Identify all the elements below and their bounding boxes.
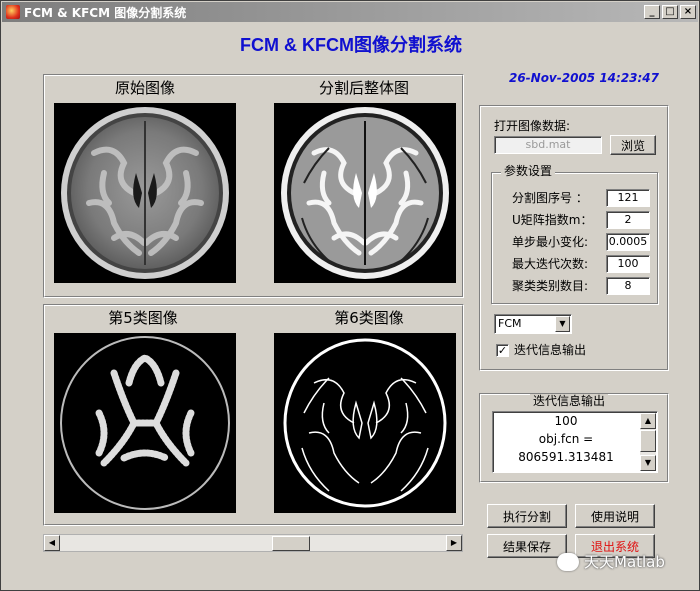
m-exponent-field[interactable]: 2 <box>606 211 650 229</box>
watermark-text: 天天Matlab <box>584 553 665 571</box>
image-horizontal-scrollbar[interactable]: ◀ ▶ <box>43 534 463 552</box>
param-label-max-iter: 最大迭代次数: <box>512 257 589 271</box>
wechat-icon <box>557 552 579 571</box>
main-window: FCM & KFCM 图像分割系统 _ □ × FCM & KFCM图像分割系统… <box>0 0 700 591</box>
iter-output-checkbox[interactable]: ✓ <box>496 344 509 357</box>
param-label-image-index: 分割图序号 ： <box>512 191 588 205</box>
param-label-m-exponent: U矩阵指数m： <box>512 213 593 227</box>
max-iter-field[interactable]: 100 <box>606 255 650 273</box>
class6-image-label: 第6类图像 <box>326 307 412 329</box>
original-image-label: 原始图像 <box>106 77 184 99</box>
window-controls: _ □ × <box>642 5 696 19</box>
scroll-thumb[interactable] <box>272 536 310 551</box>
image-index-field[interactable]: 121 <box>606 189 650 207</box>
window-title: FCM & KFCM 图像分割系统 <box>24 5 187 20</box>
close-button[interactable]: × <box>680 5 696 19</box>
scroll-right-button[interactable]: ▶ <box>446 535 462 551</box>
class6-image <box>274 333 456 513</box>
open-image-label: 打开图像数据: <box>494 119 571 133</box>
top-image-panel: 原始图像 分割后整体图 <box>43 74 464 298</box>
param-label-min-change: 单步最小变化: <box>512 235 589 249</box>
image-file-field[interactable]: sbd.mat <box>494 136 602 154</box>
iter-line: 806591.313481 <box>518 450 614 464</box>
iter-output-panel: 迭代信息输出 100 obj.fcn = 806591.313481 ▲ ▼ <box>479 393 669 483</box>
run-segmentation-button[interactable]: 执行分割 <box>487 504 567 528</box>
scroll-thumb[interactable] <box>640 430 656 452</box>
param-label-cluster-count: 聚类类别数目: <box>512 279 589 293</box>
original-image <box>54 103 236 283</box>
cluster-count-field[interactable]: 8 <box>606 277 650 295</box>
clock-readout: 26-Nov-2005 14:23:47 <box>508 71 660 85</box>
iter-output-scrollbar[interactable]: ▲ ▼ <box>640 413 656 471</box>
chevron-down-icon[interactable]: ▼ <box>555 316 570 332</box>
iter-output-listbox[interactable]: 100 obj.fcn = 806591.313481 ▲ ▼ <box>492 411 658 473</box>
iter-output-caption: 迭代信息输出 <box>530 394 609 408</box>
title-bar: FCM & KFCM 图像分割系统 _ □ × <box>2 2 698 22</box>
bottom-image-panel: 第5类图像 第6类图像 <box>43 304 464 526</box>
min-change-field[interactable]: 0.0005 <box>606 233 650 251</box>
iter-output-checkbox-label: 迭代信息输出 <box>514 343 587 357</box>
iter-line: obj.fcn = <box>538 432 594 446</box>
scroll-down-button[interactable]: ▼ <box>640 455 656 471</box>
watermark: 天天Matlab <box>557 551 665 572</box>
help-button[interactable]: 使用说明 <box>575 504 655 528</box>
algorithm-select[interactable]: FCM ▼ <box>494 314 572 334</box>
browse-button[interactable]: 浏览 <box>610 135 656 155</box>
algorithm-selected-value: FCM <box>498 317 522 330</box>
class5-image-label: 第5类图像 <box>100 307 186 329</box>
scroll-up-button[interactable]: ▲ <box>640 413 656 429</box>
minimize-button[interactable]: _ <box>644 5 660 19</box>
app-title: FCM & KFCM图像分割系统 <box>240 35 462 55</box>
maximize-button[interactable]: □ <box>662 5 678 19</box>
matlab-icon <box>6 5 20 19</box>
iter-line: 100 <box>554 414 578 428</box>
scroll-left-button[interactable]: ◀ <box>44 535 60 551</box>
save-result-button[interactable]: 结果保存 <box>487 534 567 558</box>
class5-image <box>54 333 236 513</box>
params-caption: 参数设置 <box>501 164 556 178</box>
segmented-image <box>274 103 456 283</box>
control-panel: 打开图像数据: sbd.mat 浏览 参数设置 分割图序号 ： 121 U矩阵指… <box>479 105 669 371</box>
segmented-image-label: 分割后整体图 <box>312 77 416 99</box>
